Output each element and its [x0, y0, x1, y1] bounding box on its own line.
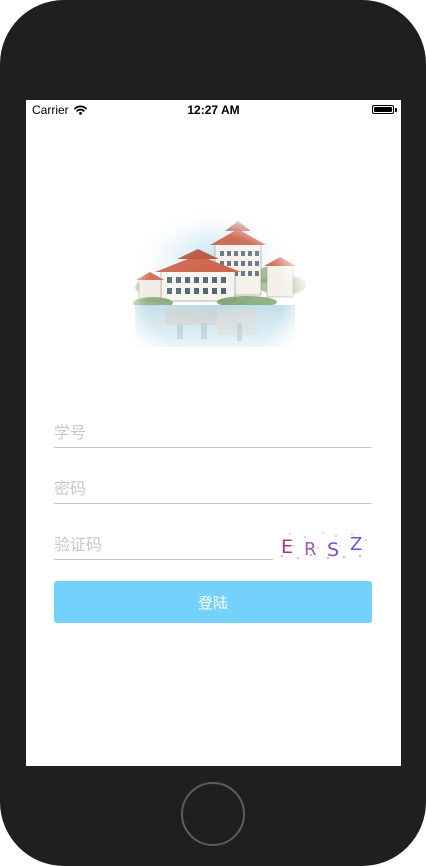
- volume-down-button: [0, 255, 2, 310]
- captcha-field-container: [54, 530, 273, 560]
- status-bar: Carrier 12:27 AM: [26, 100, 401, 120]
- captcha-image[interactable]: E R S Z: [278, 528, 370, 562]
- captcha-input[interactable]: [54, 530, 273, 558]
- home-button[interactable]: [181, 782, 245, 846]
- login-button[interactable]: 登陆: [54, 581, 372, 623]
- volume-up-button: [0, 190, 2, 245]
- captcha-char: R: [304, 539, 317, 560]
- captcha-char: E: [281, 536, 293, 558]
- battery-fill: [374, 107, 392, 112]
- student-id-field-container: [54, 418, 372, 448]
- status-time: 12:27 AM: [187, 103, 240, 117]
- password-input[interactable]: [54, 474, 372, 502]
- captcha-char: Z: [350, 534, 362, 555]
- silent-switch: [0, 140, 2, 170]
- battery-icon: [372, 105, 394, 114]
- campus-illustration: [117, 205, 312, 380]
- student-id-input[interactable]: [54, 418, 372, 446]
- password-field-container: [54, 474, 372, 504]
- app-screen: Carrier 12:27 AM 学号 验证码 E R S Z 登陆: [26, 100, 401, 766]
- phone-frame: Carrier 12:27 AM 学号 验证码 E R S Z 登陆: [0, 0, 426, 866]
- captcha-char: S: [327, 539, 339, 561]
- battery-tip: [395, 108, 397, 112]
